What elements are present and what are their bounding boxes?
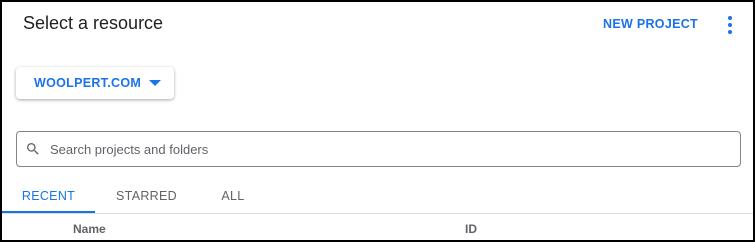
tab-all[interactable]: ALL — [198, 180, 268, 213]
tab-bar: RECENT STARRED ALL — [2, 180, 753, 213]
organization-label: WOOLPERT.COM — [34, 76, 142, 90]
search-icon — [25, 141, 41, 157]
organization-selector-button[interactable]: WOOLPERT.COM — [16, 67, 174, 99]
column-header-name[interactable]: Name — [73, 222, 106, 236]
dialog-title: Select a resource — [23, 13, 164, 33]
new-project-button[interactable]: NEW PROJECT — [603, 17, 698, 31]
column-header-id[interactable]: ID — [465, 222, 477, 236]
tab-divider — [2, 213, 753, 214]
search-box[interactable] — [16, 131, 741, 167]
arrow-drop-down-icon — [149, 80, 162, 86]
search-input[interactable] — [48, 135, 740, 163]
tab-recent[interactable]: RECENT — [2, 180, 95, 213]
resource-picker-dialog: Select a resource NEW PROJECT WOOLPERT.C… — [0, 0, 755, 242]
more-vert-icon[interactable] — [720, 14, 740, 36]
tab-starred[interactable]: STARRED — [95, 180, 198, 213]
